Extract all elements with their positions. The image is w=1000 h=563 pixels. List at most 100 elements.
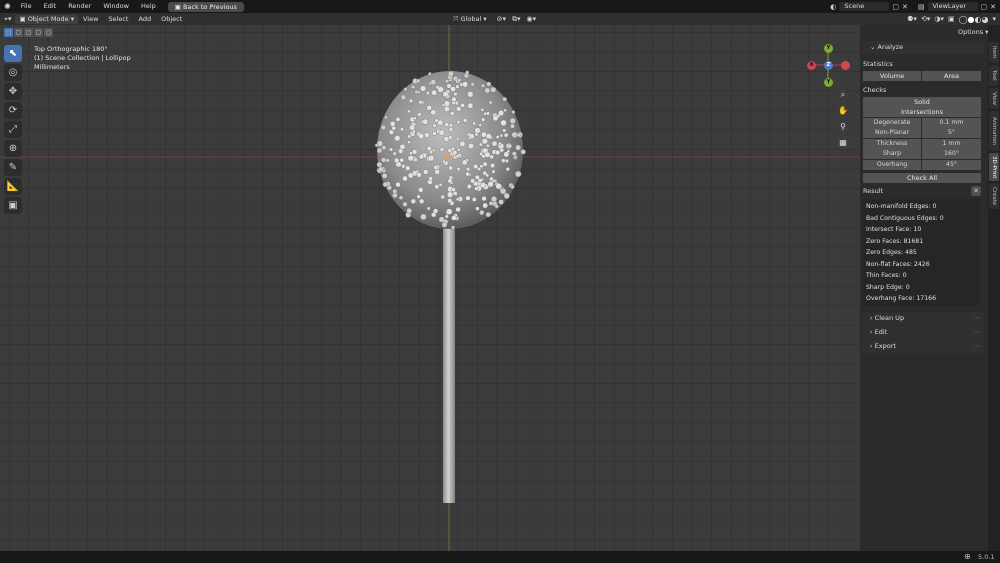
menu-add[interactable]: Add xyxy=(133,13,156,25)
degenerate-row[interactable]: Degenerate 0.1 mm xyxy=(863,118,981,128)
scene-selector[interactable]: Scene xyxy=(839,2,890,11)
overhang-check-button[interactable]: Overhang xyxy=(863,160,921,170)
gizmo-x-axis[interactable]: X xyxy=(807,61,816,70)
menu-object[interactable]: Object xyxy=(156,13,187,25)
analyze-panel-header[interactable]: ⌄ Analyze xyxy=(862,41,984,54)
3d-viewport[interactable] xyxy=(0,25,860,551)
visibility-icon[interactable]: ⚉▾ xyxy=(907,15,917,23)
degenerate-value-field[interactable]: 0.1 mm xyxy=(922,118,981,128)
pan-hand-icon[interactable]: ✋ xyxy=(837,105,849,117)
select-new-icon[interactable]: ▢ xyxy=(4,28,13,37)
scene-copy-icon[interactable]: ▢ xyxy=(892,3,899,11)
viewlayer-icon[interactable]: ▤ xyxy=(918,3,925,11)
pivot-icon[interactable]: ⊘▾ xyxy=(497,15,506,23)
degenerate-check-button[interactable]: Degenerate xyxy=(863,118,921,128)
rotate-tool-icon[interactable]: ⟳ xyxy=(4,102,22,119)
sharp-value-field[interactable]: 160° xyxy=(922,149,981,159)
select-invert-icon[interactable]: ▢ xyxy=(34,28,43,37)
export-panel-header[interactable]: › Export ⋯ xyxy=(862,340,984,353)
scale-tool-icon[interactable]: ⤢ xyxy=(4,121,22,138)
tab-create[interactable]: Create xyxy=(989,183,999,209)
shading-material-icon[interactable]: ◐ xyxy=(975,15,982,24)
clean-up-panel-header[interactable]: › Clean Up ⋯ xyxy=(862,312,984,325)
transform-orientation-selector[interactable]: ⤧ Global ▾ xyxy=(449,15,490,24)
solid-button[interactable]: Solid xyxy=(863,97,981,107)
result-item[interactable]: Intersect Face: 10 xyxy=(866,226,921,233)
sharp-row[interactable]: Sharp 160° xyxy=(863,149,981,159)
drag-handle-icon[interactable]: ⋯ xyxy=(974,312,981,325)
clear-result-close-icon[interactable]: ✕ xyxy=(971,186,981,196)
menu-file[interactable]: File xyxy=(15,0,38,13)
tab-item[interactable]: Item xyxy=(989,42,999,63)
scene-icon[interactable]: ◐ xyxy=(830,3,836,11)
result-item[interactable]: Thin Faces: 0 xyxy=(866,272,907,279)
thickness-value-field[interactable]: 1 mm xyxy=(922,139,981,149)
menu-render[interactable]: Render xyxy=(62,0,97,13)
gizmo-center-axis[interactable]: Z xyxy=(824,61,833,70)
viewlayer-close-icon[interactable]: ✕ xyxy=(990,3,996,11)
zoom-icon[interactable]: ⌕ xyxy=(837,89,849,101)
non-planar-check-button[interactable]: Non-Planar xyxy=(863,128,921,138)
select-subtract-icon[interactable]: ▢ xyxy=(24,28,33,37)
gizmo-neg-x-axis[interactable] xyxy=(841,61,850,70)
network-icon[interactable]: ⊕ xyxy=(964,552,971,561)
snap-icon[interactable]: ⧉▾ xyxy=(512,15,521,24)
edit-panel-header[interactable]: › Edit ⋯ xyxy=(862,326,984,339)
select-box-tool-icon[interactable]: ⬉ xyxy=(4,45,22,62)
drag-handle-icon[interactable]: ⋯ xyxy=(974,326,981,339)
tab-tool[interactable]: Tool xyxy=(989,65,999,86)
select-extend-icon[interactable]: ▢ xyxy=(14,28,23,37)
viewlayer-copy-icon[interactable]: ▢ xyxy=(981,3,988,11)
menu-window[interactable]: Window xyxy=(97,0,135,13)
menu-edit[interactable]: Edit xyxy=(38,0,63,13)
camera-view-icon[interactable]: ⚲ xyxy=(837,121,849,133)
result-item[interactable]: Zero Edges: 485 xyxy=(866,249,917,256)
result-item[interactable]: Sharp Edge: 0 xyxy=(866,284,910,291)
editor-type-icon[interactable]: ⌖▾ xyxy=(0,15,15,24)
move-tool-icon[interactable]: ✥ xyxy=(4,83,22,100)
scene-close-icon[interactable]: ✕ xyxy=(902,3,908,11)
cursor-tool-icon[interactable]: ◎ xyxy=(4,64,22,81)
tab-view[interactable]: View xyxy=(989,88,999,109)
transform-tool-icon[interactable]: ⊕ xyxy=(4,140,22,157)
result-item[interactable]: Bad Contiguous Edges: 0 xyxy=(866,215,944,222)
shading-wireframe-icon[interactable]: ◯ xyxy=(959,15,968,24)
shading-solid-icon[interactable]: ● xyxy=(968,15,975,24)
overhang-row[interactable]: Overhang 45° xyxy=(863,160,981,170)
overhang-value-field[interactable]: 45° xyxy=(922,160,981,170)
volume-button[interactable]: Volume xyxy=(863,71,921,81)
check-all-button[interactable]: Check All xyxy=(863,173,981,183)
shading-rendered-icon[interactable]: ◕ xyxy=(982,15,989,24)
non-planar-value-field[interactable]: 5° xyxy=(922,128,981,138)
options-button[interactable]: Options ▾ xyxy=(958,28,988,36)
add-cube-tool-icon[interactable]: ▣ xyxy=(4,197,22,214)
menu-view[interactable]: View xyxy=(78,13,103,25)
select-intersect-icon[interactable]: ▢ xyxy=(44,28,53,37)
tab-animation[interactable]: Animation xyxy=(989,111,999,151)
proportional-editing-icon[interactable]: ◉▾ xyxy=(527,15,537,23)
drag-handle-icon[interactable]: ⋯ xyxy=(974,340,981,353)
result-item[interactable]: Overhang Face: 17166 xyxy=(866,295,936,302)
shading-options-icon[interactable]: ▾ xyxy=(992,15,996,23)
tab-3d-print[interactable]: 3D-Print xyxy=(989,153,999,181)
intersections-button[interactable]: Intersections xyxy=(863,107,981,117)
gizmo-toggle-icon[interactable]: ⟲▾ xyxy=(921,15,930,23)
gizmo-z-axis[interactable]: Y xyxy=(824,44,833,53)
blender-logo-icon[interactable]: ✺ xyxy=(0,2,15,11)
thickness-row[interactable]: Thickness 1 mm xyxy=(863,139,981,149)
xray-toggle-icon[interactable]: ▣ xyxy=(948,15,955,23)
overlay-toggle-icon[interactable]: ◑▾ xyxy=(934,15,944,23)
annotate-tool-icon[interactable]: ✎ xyxy=(4,159,22,176)
result-item[interactable]: Non-manifold Edges: 0 xyxy=(866,203,936,210)
menu-select[interactable]: Select xyxy=(103,13,133,25)
sharp-check-button[interactable]: Sharp xyxy=(863,149,921,159)
thickness-check-button[interactable]: Thickness xyxy=(863,139,921,149)
ortho-grid-icon[interactable]: ▦ xyxy=(837,137,849,149)
gizmo-neg-y-axis[interactable]: Y xyxy=(824,78,833,87)
non-planar-row[interactable]: Non-Planar 5° xyxy=(863,128,981,138)
viewlayer-selector[interactable]: ViewLayer xyxy=(927,2,978,11)
menu-help[interactable]: Help xyxy=(135,0,162,13)
result-item[interactable]: Zero Faces: 81681 xyxy=(866,238,923,245)
back-to-previous-button[interactable]: ▣ Back to Previous xyxy=(167,1,244,12)
area-button[interactable]: Area xyxy=(922,71,981,81)
